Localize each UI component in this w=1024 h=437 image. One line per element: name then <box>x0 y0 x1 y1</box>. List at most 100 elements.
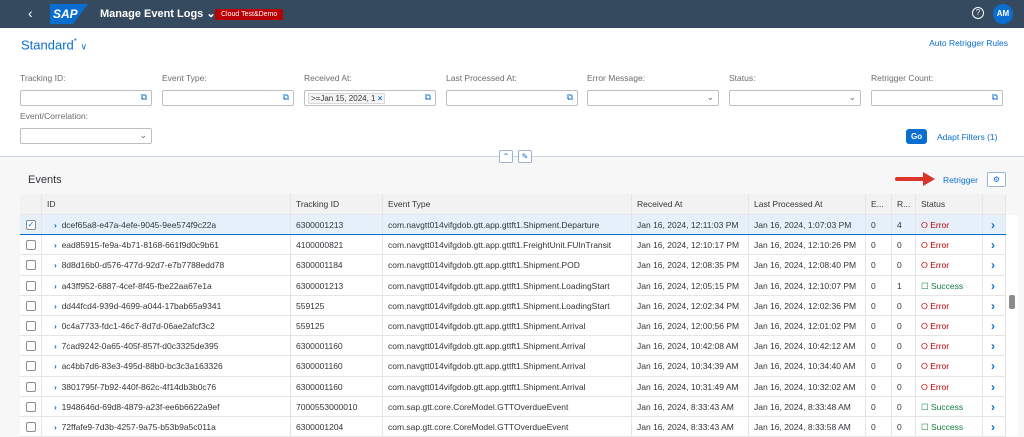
table-row[interactable]: › 8d8d16b0-d576-477d-92d7-e7b7788edd78 6… <box>20 255 1006 275</box>
event-type-cell: com.navgtt014vifgdob.gtt.app.gttft1.Ship… <box>383 255 632 274</box>
row-checkbox[interactable]: ✓ <box>26 220 36 230</box>
row-checkbox[interactable] <box>26 321 36 331</box>
back-button[interactable]: ‹ <box>28 5 33 21</box>
table-row[interactable]: › 1948646d-69d8-4879-a23f-ee6b6622a9ef 7… <box>20 397 1006 417</box>
filter-input[interactable]: >=Jan 15, 2024, 1 × ⧉ <box>304 90 436 106</box>
chevron-down-icon: ∨ <box>81 41 88 51</box>
filter-label: Tracking ID: <box>20 73 66 83</box>
filter-input[interactable]: ⌄ <box>587 90 719 106</box>
value-help-icon[interactable]: ⧉ <box>425 92 431 103</box>
token-text: >=Jan 15, 2024, 1 <box>311 94 376 103</box>
go-button[interactable]: Go <box>906 129 927 144</box>
row-navigation-icon[interactable]: › <box>983 316 1006 335</box>
chevron-down-icon[interactable]: ⌄ <box>706 92 714 103</box>
shell-bar: ‹ SAP Manage Event Logs ⌄ Cloud Test&Dem… <box>0 0 1024 28</box>
table-row[interactable]: › 72ffafe9-7d3b-4257-9a75-b53b9a5c011a 6… <box>20 417 1006 437</box>
chevron-down-icon[interactable]: ⌄ <box>848 92 856 103</box>
column-header[interactable]: Received At <box>632 194 749 214</box>
scrollbar[interactable] <box>1006 215 1018 436</box>
expand-chevron-icon[interactable]: › <box>54 361 57 371</box>
filter-input[interactable]: ⧉ <box>446 90 578 106</box>
filter-input[interactable]: ⧉ <box>162 90 294 106</box>
row-checkbox[interactable] <box>26 382 36 392</box>
variant-selector[interactable]: Standard* ∨ <box>21 37 87 52</box>
table-row[interactable]: › 0c4a7733-fdc1-46c7-8d7d-06ae2afcf3c2 5… <box>20 316 1006 336</box>
status-cell: ⭘ Error <box>916 296 983 315</box>
column-header[interactable]: Status <box>916 194 983 214</box>
value-help-icon[interactable]: ⧉ <box>283 92 289 103</box>
expand-chevron-icon[interactable]: › <box>54 281 57 291</box>
status-cell: ☐ Success <box>916 417 983 436</box>
tracking-id-cell: 559125 <box>291 316 383 335</box>
column-header[interactable]: E... <box>866 194 892 214</box>
value-help-icon[interactable]: ⧉ <box>141 92 147 103</box>
filter-input[interactable]: ⧉ <box>871 90 1003 106</box>
tracking-id-cell: 4100000821 <box>291 235 383 254</box>
table-row[interactable]: › ac4bb7d6-83e3-495d-88b0-bc3c3a163326 6… <box>20 356 1006 376</box>
expand-chevron-icon[interactable]: › <box>54 382 57 392</box>
row-checkbox[interactable] <box>26 422 36 432</box>
expand-chevron-icon[interactable]: › <box>54 240 57 250</box>
expand-chevron-icon[interactable]: › <box>54 260 57 270</box>
expand-chevron-icon[interactable]: › <box>54 422 57 432</box>
table-row[interactable]: › dd44fcd4-939d-4699-a044-17bab65a9341 5… <box>20 296 1006 316</box>
column-header[interactable]: ID <box>42 194 291 214</box>
value-help-icon[interactable]: ⧉ <box>567 92 573 103</box>
expand-chevron-icon[interactable]: › <box>54 402 57 412</box>
status-text: Error <box>930 361 949 371</box>
retrigger-button[interactable]: Retrigger <box>943 175 978 185</box>
table-row[interactable]: › 7cad9242-0a65-405f-857f-d0c3325de395 6… <box>20 336 1006 356</box>
sap-logo[interactable]: SAP <box>50 4 88 24</box>
table-row[interactable]: › 3801795f-7b92-440f-862c-4f14db3b0c76 6… <box>20 377 1006 397</box>
row-checkbox[interactable] <box>26 281 36 291</box>
row-navigation-icon[interactable]: › <box>983 356 1006 375</box>
column-header[interactable]: Event Type <box>383 194 632 214</box>
column-header[interactable]: Tracking ID <box>291 194 383 214</box>
scrollbar-thumb[interactable] <box>1009 295 1015 309</box>
settings-gear-icon[interactable]: ⚙ <box>987 172 1006 187</box>
row-navigation-icon[interactable]: › <box>983 336 1006 355</box>
row-navigation-icon[interactable]: › <box>983 276 1006 295</box>
user-avatar[interactable]: AM <box>993 4 1013 24</box>
expand-chevron-icon[interactable]: › <box>54 301 57 311</box>
row-checkbox[interactable] <box>26 402 36 412</box>
row-navigation-icon[interactable]: › <box>983 255 1006 274</box>
column-header[interactable]: R... <box>892 194 916 214</box>
expand-chevron-icon[interactable]: › <box>54 321 57 331</box>
row-checkbox[interactable] <box>26 260 36 270</box>
row-navigation-icon[interactable]: › <box>983 397 1006 416</box>
event-id: dd44fcd4-939d-4699-a044-17bab65a9341 <box>62 301 222 311</box>
row-navigation-icon[interactable]: › <box>983 377 1006 396</box>
row-checkbox[interactable] <box>26 301 36 311</box>
row-checkbox[interactable] <box>26 341 36 351</box>
table-row[interactable]: ✓ › dcef65a8-e47a-4efe-9045-9ee574f9c22a… <box>20 215 1006 235</box>
adapt-filters-link[interactable]: Adapt Filters (1) <box>937 132 997 142</box>
tracking-id-cell: 6300001184 <box>291 255 383 274</box>
expand-chevron-icon[interactable]: › <box>54 341 57 351</box>
filter-input[interactable]: ⧉ <box>20 90 152 106</box>
table-row[interactable]: › ead85915-fe9a-4b71-8168-661f9d0c9b61 4… <box>20 235 1006 255</box>
row-navigation-icon[interactable]: › <box>983 417 1006 436</box>
app-title-menu[interactable]: Manage Event Logs ⌄ <box>100 7 216 20</box>
value-help-icon[interactable]: ⧉ <box>992 92 998 103</box>
row-navigation-icon[interactable]: › <box>983 296 1006 315</box>
expand-chevron-icon[interactable]: › <box>54 220 57 230</box>
help-icon[interactable]: ? <box>972 7 984 19</box>
e-count-cell: 0 <box>866 296 892 315</box>
row-checkbox[interactable] <box>26 361 36 371</box>
chevron-down-icon[interactable]: ⌄ <box>139 130 147 141</box>
row-navigation-icon[interactable]: › <box>983 215 1006 234</box>
column-header[interactable]: Last Processed At <box>749 194 866 214</box>
filter-input[interactable]: ⌄ <box>729 90 861 106</box>
auto-retrigger-rules-link[interactable]: Auto Retrigger Rules <box>929 38 1008 48</box>
row-checkbox[interactable] <box>26 240 36 250</box>
last-processed-cell: Jan 16, 2024, 12:08:40 PM <box>749 255 866 274</box>
pin-header-button[interactable]: ✎ <box>518 150 532 163</box>
collapse-header-button[interactable]: ⌃ <box>499 150 513 163</box>
filter-token[interactable]: >=Jan 15, 2024, 1 × <box>308 93 385 104</box>
table-row[interactable]: › a43ff952-6887-4cef-8f45-fbe22aa67e1a 6… <box>20 276 1006 296</box>
status-text: Error <box>930 321 949 331</box>
remove-token-icon[interactable]: × <box>378 94 383 103</box>
row-navigation-icon[interactable]: › <box>983 235 1006 254</box>
filter-input[interactable]: ⌄ <box>20 128 152 144</box>
